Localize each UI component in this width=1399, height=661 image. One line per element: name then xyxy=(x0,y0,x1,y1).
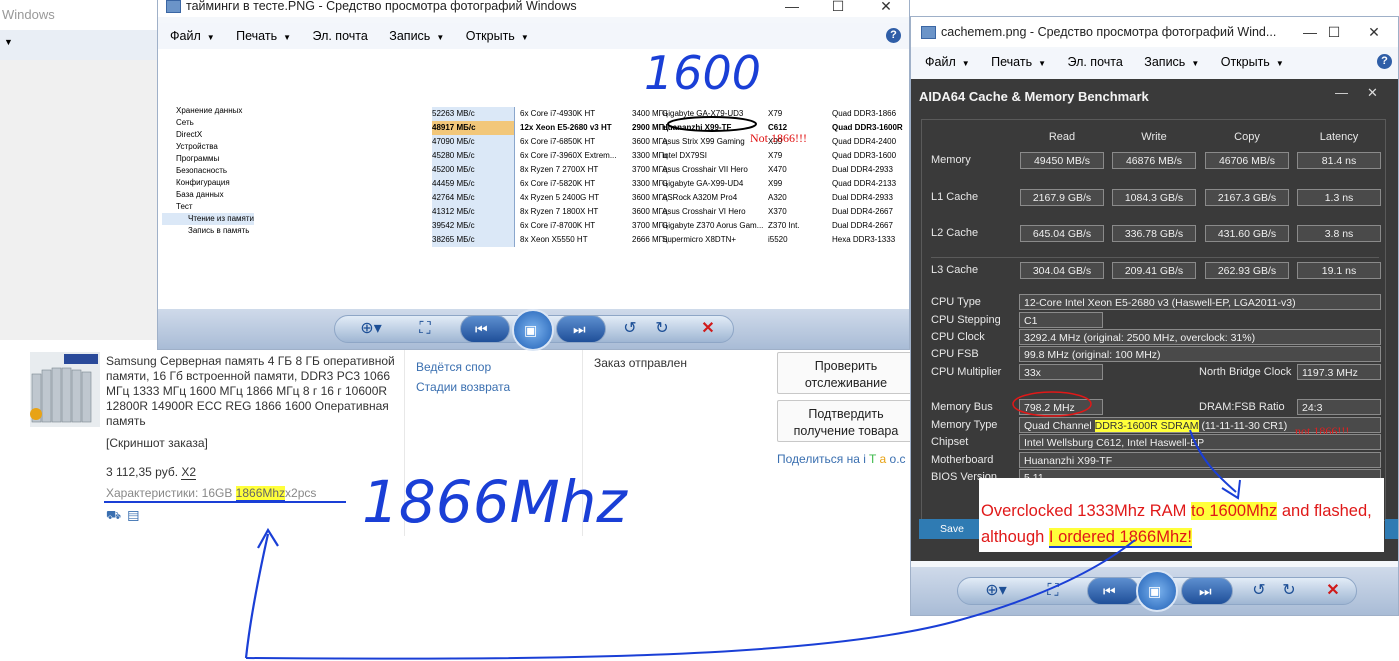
annotation-arrows xyxy=(104,429,1241,660)
